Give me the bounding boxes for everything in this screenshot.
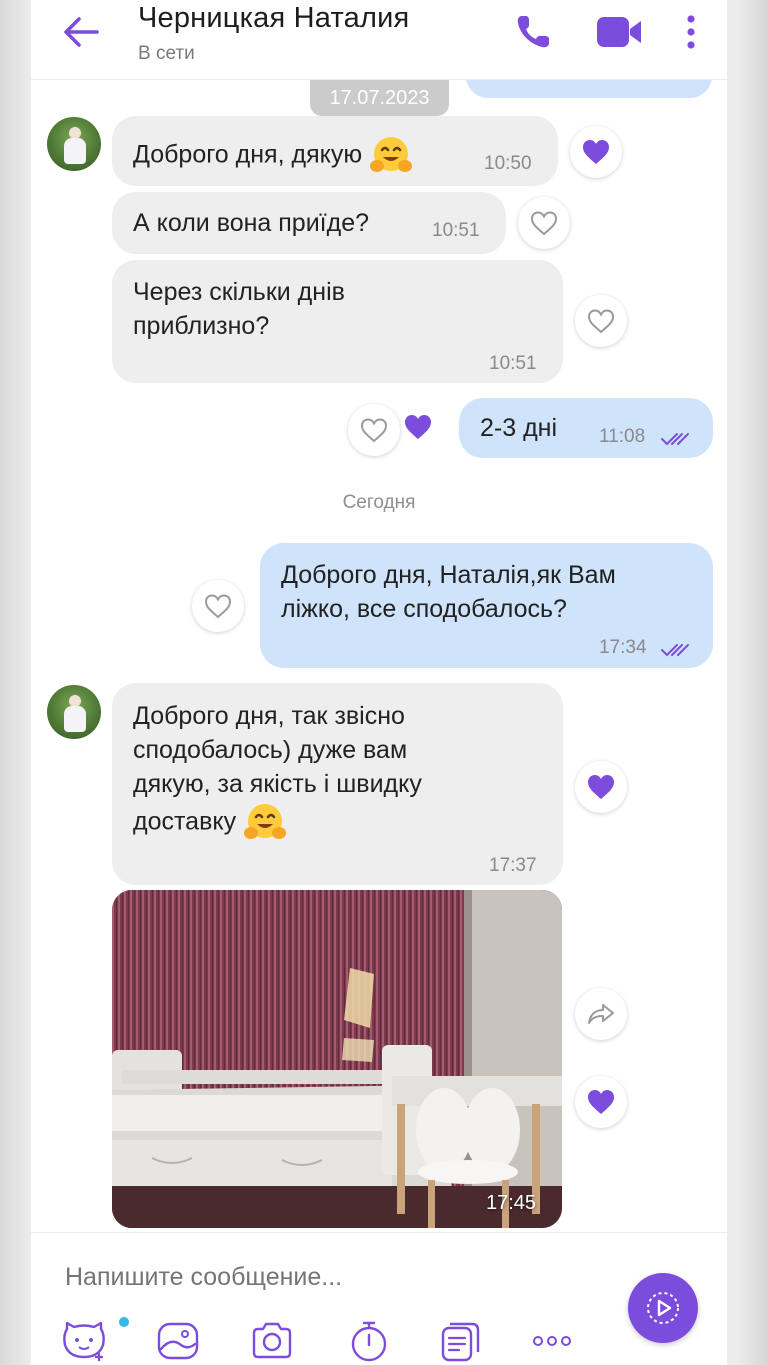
message-text-line: приблизно? xyxy=(133,312,270,340)
incoming-message-bubble[interactable]: Доброго дня, так звісно сподобалось) дуж… xyxy=(112,683,563,885)
send-voice-button[interactable] xyxy=(628,1273,698,1343)
heart-outline-icon xyxy=(204,594,232,619)
message-composer xyxy=(31,1232,727,1365)
heart-filled-icon[interactable] xyxy=(403,413,441,447)
camera-icon[interactable] xyxy=(249,1319,295,1363)
message-list[interactable]: 17.07.2023 Доброго дня, дякую 10:50 А ко… xyxy=(31,50,727,1232)
message-text-line: дякую, за якість і швидку xyxy=(133,770,422,798)
read-ticks-icon xyxy=(660,422,690,446)
read-ticks-icon xyxy=(660,633,690,657)
message-input[interactable] xyxy=(65,1263,585,1292)
like-reaction-button[interactable] xyxy=(575,1076,627,1128)
heart-outline-icon xyxy=(530,211,558,236)
incoming-message-bubble[interactable]: А коли вона приїде? 10:51 xyxy=(112,192,506,254)
contact-name[interactable]: Черницкая Наталия xyxy=(138,2,409,35)
message-text: А коли вона приїде? xyxy=(133,209,369,237)
sticker-icon[interactable] xyxy=(61,1319,107,1363)
phone-icon[interactable] xyxy=(513,12,553,52)
heart-outline-icon xyxy=(360,418,388,443)
gallery-icon[interactable] xyxy=(155,1319,201,1363)
more-vertical-icon[interactable] xyxy=(681,12,701,52)
message-time: 10:51 xyxy=(489,353,537,374)
bed-photo xyxy=(112,890,562,1228)
video-call-icon[interactable] xyxy=(595,12,643,52)
heart-filled-icon xyxy=(588,1090,614,1114)
heart-filled-icon xyxy=(583,140,609,164)
message-text-line: Через скільки днів xyxy=(133,278,345,306)
like-reaction-button[interactable] xyxy=(192,580,244,632)
chat-screen: Черницкая Наталия В сети 17.07.2023 Добр… xyxy=(31,0,727,1365)
photo-message[interactable]: 17:45 xyxy=(112,890,562,1228)
message-time: 11:08 xyxy=(599,426,646,447)
outgoing-message-bubble[interactable]: Доброго дня, Наталія,як Вам ліжко, все с… xyxy=(260,543,713,668)
play-circle-icon xyxy=(647,1292,679,1324)
message-text-line: Доброго дня, Наталія,як Вам xyxy=(281,561,616,589)
message-time: 17:45 xyxy=(486,1192,537,1214)
message-text-line: ліжко, все сподобалось? xyxy=(281,595,567,623)
like-reaction-button[interactable] xyxy=(575,295,627,347)
contact-status: В сети xyxy=(138,43,195,64)
incoming-message-bubble[interactable]: Доброго дня, дякую 10:50 xyxy=(112,116,558,186)
message-time: 17:37 xyxy=(489,855,537,876)
like-reaction-button[interactable] xyxy=(518,197,570,249)
timer-icon[interactable] xyxy=(346,1319,392,1363)
day-separator: Сегодня xyxy=(342,492,416,513)
chat-header: Черницкая Наталия В сети xyxy=(31,0,727,80)
like-reaction-button[interactable] xyxy=(575,761,627,813)
message-time: 10:50 xyxy=(484,153,532,174)
forward-share-icon xyxy=(588,1004,614,1024)
heart-filled-icon xyxy=(588,775,614,799)
hugging-face-emoji xyxy=(243,801,287,845)
message-text: 2-3 дні xyxy=(480,414,558,442)
message-time: 10:51 xyxy=(432,220,480,241)
gif-icon[interactable] xyxy=(438,1319,484,1363)
message-text: Доброго дня, дякую xyxy=(133,140,363,169)
forward-button[interactable] xyxy=(575,988,627,1040)
like-reaction-button[interactable] xyxy=(570,126,622,178)
message-time: 17:34 xyxy=(599,637,647,658)
incoming-message-bubble[interactable]: Через скільки днів приблизно? 10:51 xyxy=(112,260,563,383)
avatar[interactable] xyxy=(47,117,101,171)
like-reaction-button[interactable] xyxy=(348,404,400,456)
outgoing-message-bubble[interactable]: 2-3 дні 11:08 xyxy=(459,398,713,458)
heart-outline-icon xyxy=(587,309,615,334)
date-chip: 17.07.2023 xyxy=(310,80,449,116)
back-arrow-icon[interactable] xyxy=(61,14,101,50)
more-icon[interactable] xyxy=(529,1319,575,1363)
message-text-line: доставку xyxy=(133,807,237,836)
message-text-line: Доброго дня, так звісно xyxy=(133,702,405,730)
avatar[interactable] xyxy=(47,685,101,739)
notification-dot xyxy=(119,1317,129,1327)
hugging-face-emoji xyxy=(369,134,413,178)
message-text-line: сподобалось) дуже вам xyxy=(133,736,408,764)
